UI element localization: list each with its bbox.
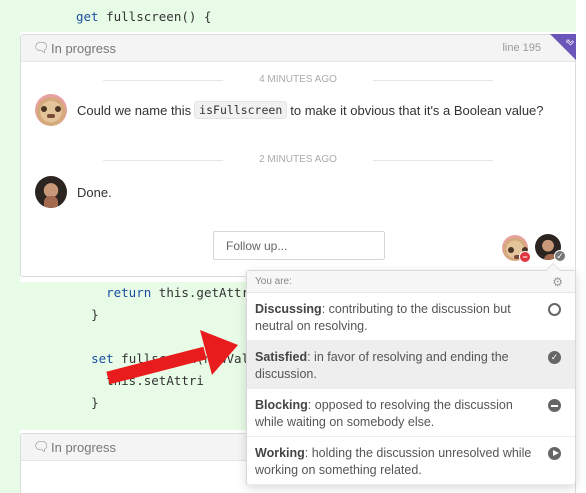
follow-up-input[interactable]: Follow up... [213, 231, 385, 260]
line-reference[interactable]: line 195 [502, 42, 541, 54]
status-option-working[interactable]: Working: holding the discussion unresolv… [247, 437, 575, 485]
discussion-thread: 🗨 In progress line 195 ⏎ 4 MINUTES AGO C… [20, 34, 576, 277]
code-text: this.setAttri [106, 373, 204, 388]
code-keyword: set [91, 351, 114, 366]
dropdown-header: You are: ⚙ [247, 271, 575, 293]
status-option-title: Working [255, 446, 305, 460]
comment: Done. [21, 174, 575, 210]
minus-circle-icon [548, 399, 561, 412]
comment-text: Done. [77, 184, 112, 200]
code-text: } [91, 307, 99, 322]
status-option-discussing[interactable]: Discussing: contributing to the discussi… [247, 293, 575, 341]
status-option-title: Satisfied [255, 350, 308, 364]
discussion-header[interactable]: 🗨 In progress line 195 ⏎ [21, 34, 576, 62]
status-option-title: Blocking [255, 398, 308, 412]
status-option-title: Discussing [255, 302, 322, 316]
inline-code: isFullscreen [194, 101, 288, 119]
participant-status-dropdown: You are: ⚙ Discussing: contributing to t… [246, 263, 576, 485]
code-text: } [91, 395, 99, 410]
avatar[interactable] [35, 176, 67, 208]
gear-icon[interactable]: ⚙ [552, 271, 563, 293]
speech-bubble-icon: 🗨 [33, 40, 50, 55]
check-badge-icon[interactable]: ✓ [554, 250, 566, 262]
avatar[interactable] [35, 94, 67, 126]
code-keyword: return [106, 285, 152, 300]
timestamp-separator: 2 MINUTES AGO [21, 152, 575, 168]
status-option-satisfied[interactable]: Satisfied: in favor of resolving and end… [247, 341, 575, 389]
discussion-status: In progress [51, 40, 117, 56]
code-block-top: get fullscreen() { [20, 0, 576, 32]
status-option-blocking[interactable]: Blocking: opposed to resolving the discu… [247, 389, 575, 437]
speech-bubble-icon: 🗨 [33, 439, 50, 454]
check-circle-icon: ✓ [548, 351, 561, 364]
status-options: Discussing: contributing to the discussi… [247, 293, 575, 485]
empty-circle-icon [548, 303, 561, 316]
play-circle-icon [548, 447, 561, 460]
comment-text-before: Could we name this [77, 102, 192, 118]
comment-text-after: to make it obvious that it's a Boolean v… [290, 102, 544, 118]
blocking-badge-icon: − [519, 251, 531, 263]
discussion-status: In progress [51, 439, 117, 455]
diff-gutter [0, 0, 20, 493]
code-line: get fullscreen() { [76, 9, 212, 24]
timestamp-separator: 4 MINUTES AGO [21, 72, 575, 88]
comment: Could we name this isFullscreen to make … [21, 92, 575, 128]
